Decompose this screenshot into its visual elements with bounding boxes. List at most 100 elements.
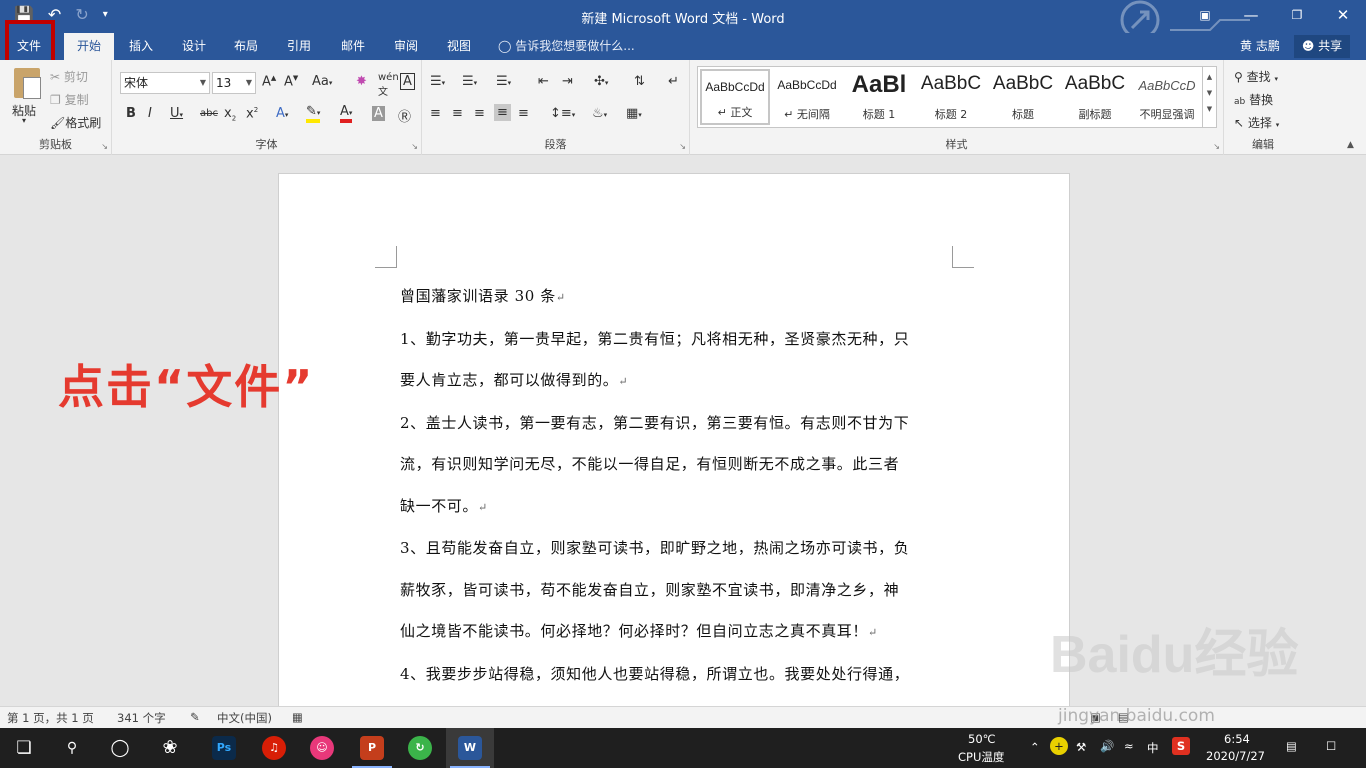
word-count[interactable]: 341 个字 <box>117 710 166 726</box>
document-body[interactable]: 曾国藩家训语录 30 条↵ 1、勤字功夫，第一贵早起，第二贵有恒；凡将相无种，圣贤… <box>400 276 952 706</box>
font-name-combo[interactable]: 宋体 ▼ <box>120 72 210 94</box>
font-launcher-icon[interactable]: ↘ <box>411 142 418 151</box>
highlight-color-icon[interactable]: ✎▾ <box>306 104 321 123</box>
subscript-icon[interactable]: x2 <box>224 106 236 123</box>
collapse-ribbon-icon[interactable]: ▲ <box>1347 140 1354 150</box>
justify-icon[interactable]: ≡ <box>494 104 511 121</box>
windows-start-icon[interactable]: ❏ <box>12 736 36 760</box>
styles-launcher-icon[interactable]: ↘ <box>1213 142 1220 151</box>
notifications-icon[interactable]: ☐ <box>1326 739 1336 753</box>
styles-scroll[interactable]: ▲ ▼ ▼ <box>1202 67 1216 127</box>
clock-date[interactable]: 2020/7/27 <box>1206 749 1265 763</box>
tab-insert[interactable]: 插入 <box>118 33 164 60</box>
borders-icon[interactable]: ▦▾ <box>626 106 642 121</box>
grow-font-icon[interactable]: A▲ <box>262 74 276 89</box>
format-painter-button[interactable]: 🖌格式刷 <box>50 114 101 131</box>
style-subtitle[interactable]: AaBbC 副标题 <box>1060 69 1130 125</box>
macro-icon[interactable]: ▦ <box>292 710 303 724</box>
style-heading-2[interactable]: AaBbC 标题 2 <box>916 69 986 125</box>
proofing-icon[interactable]: ✎ <box>190 710 200 724</box>
align-left-icon[interactable]: ≡ <box>430 106 441 121</box>
tell-me-box[interactable]: ◯ 告诉我您想要做什么... <box>498 33 635 60</box>
superscript-icon[interactable]: x2 <box>246 106 258 121</box>
replace-button[interactable]: ab 替换 <box>1234 91 1273 108</box>
document-page[interactable]: 曾国藩家训语录 30 条↵ 1、勤字功夫，第一贵早起，第二贵有恒；凡将相无种，圣贤… <box>278 173 1070 706</box>
line-spacing-icon[interactable]: ↕≡▾ <box>550 106 575 121</box>
tab-home[interactable]: 开始 <box>64 33 114 60</box>
tab-layout[interactable]: 布局 <box>223 33 269 60</box>
strikethrough-icon[interactable]: abc <box>200 108 218 119</box>
user-name[interactable]: 黄 志鹏 <box>1240 33 1280 60</box>
chevron-up-icon[interactable]: ⌃ <box>1030 740 1040 754</box>
align-right-icon[interactable]: ≡ <box>474 106 485 121</box>
style-heading-1[interactable]: AaBl 标题 1 <box>844 69 914 125</box>
cpu-temp[interactable]: 50℃ <box>968 732 996 746</box>
increase-indent-icon[interactable]: ⇥ <box>562 74 573 89</box>
language-status[interactable]: 中文(中国) <box>217 710 272 726</box>
chinese-layout-icon[interactable]: ✣▾ <box>594 74 608 89</box>
distributed-icon[interactable]: ≡ <box>518 106 529 121</box>
page-count[interactable]: 第 1 页，共 1 页 <box>7 710 94 726</box>
chevron-up-icon[interactable]: ▲ <box>1203 73 1216 81</box>
select-button[interactable]: ↖ 选择 ▾ <box>1234 114 1279 131</box>
bold-icon[interactable]: B <box>126 106 136 121</box>
bullets-icon[interactable]: ☰▾ <box>430 74 445 89</box>
tab-review[interactable]: 审阅 <box>383 33 429 60</box>
taskbar-app-word[interactable]: W <box>446 728 494 768</box>
text-effects-icon[interactable]: A▾ <box>276 106 288 121</box>
task-view-icon[interactable]: ◯ <box>108 736 132 760</box>
style-normal[interactable]: AaBbCcDd ↵ 正文 <box>700 69 770 125</box>
volume-icon[interactable]: 🔊 <box>1100 739 1114 753</box>
taskbar-app-meitu[interactable]: ☺ <box>298 728 346 768</box>
character-shading-icon[interactable]: A <box>372 106 385 121</box>
taskbar-app-pinwheel[interactable]: ❀ <box>146 728 194 768</box>
minimize-button[interactable]: — <box>1228 0 1274 33</box>
align-center-icon[interactable]: ≡ <box>452 106 463 121</box>
tab-design[interactable]: 设计 <box>171 33 217 60</box>
sort-icon[interactable]: ⇅ <box>634 74 645 89</box>
notes-icon[interactable]: ▤ <box>1286 739 1297 753</box>
tab-mailings[interactable]: 邮件 <box>330 33 376 60</box>
paste-dropdown-icon[interactable]: ▾ <box>22 116 26 125</box>
restore-button[interactable]: ❐ <box>1274 0 1320 33</box>
tab-view[interactable]: 视图 <box>436 33 482 60</box>
clock-time[interactable]: 6:54 <box>1224 732 1250 746</box>
close-button[interactable]: ✕ <box>1320 0 1366 33</box>
paragraph-launcher-icon[interactable]: ↘ <box>679 142 686 151</box>
tray-app-icon[interactable]: + <box>1050 737 1068 755</box>
style-no-spacing[interactable]: AaBbCcDd ↵ 无间隔 <box>772 69 842 125</box>
character-border-icon[interactable]: A <box>400 73 415 90</box>
shading-icon[interactable]: ♨▾ <box>592 106 607 121</box>
taskbar-app-photoshop[interactable]: Ps <box>200 728 248 768</box>
find-button[interactable]: ⚲ 查找 ▾ <box>1234 68 1278 85</box>
change-case-icon[interactable]: Aa▾ <box>312 74 332 89</box>
style-title[interactable]: AaBbC 标题 <box>988 69 1058 125</box>
shrink-font-icon[interactable]: A▼ <box>284 74 298 89</box>
decrease-indent-icon[interactable]: ⇤ <box>538 74 549 89</box>
clear-formatting-icon[interactable]: ✸ <box>356 74 367 89</box>
cut-button[interactable]: ✂ 剪切 <box>50 68 88 85</box>
italic-icon[interactable]: I <box>148 106 152 121</box>
show-marks-icon[interactable]: ↵ <box>668 74 679 89</box>
font-size-combo[interactable]: 13 ▼ <box>212 72 256 94</box>
taskbar-app-powerpoint[interactable]: P <box>348 728 396 768</box>
tab-references[interactable]: 引用 <box>276 33 322 60</box>
more-styles-icon[interactable]: ▼ <box>1203 105 1216 113</box>
chevron-down-icon[interactable]: ▼ <box>1203 89 1216 97</box>
enclose-characters-icon[interactable]: Ⓡ <box>398 106 411 125</box>
search-icon[interactable]: ⚲ <box>60 736 84 760</box>
ime-indicator[interactable]: 中 <box>1147 740 1159 756</box>
multilevel-list-icon[interactable]: ☰▾ <box>496 74 511 89</box>
underline-icon[interactable]: U▾ <box>170 106 183 121</box>
style-subtle-emphasis[interactable]: AaBbCcD 不明显强调 <box>1132 69 1202 125</box>
tray-tool-icon[interactable]: ⚒ <box>1076 740 1086 754</box>
phonetic-guide-icon[interactable]: wén 文 <box>378 72 399 98</box>
copy-button[interactable]: ❐ 复制 <box>50 91 89 108</box>
ribbon-display-icon[interactable]: ▣ <box>1182 0 1228 33</box>
numbering-icon[interactable]: ☰▾ <box>462 74 477 89</box>
taskbar-app-netease-music[interactable]: ♫ <box>250 728 298 768</box>
clipboard-launcher-icon[interactable]: ↘ <box>101 142 108 151</box>
share-button[interactable]: ☻ 共享 <box>1294 35 1350 58</box>
paste-icon[interactable] <box>14 68 41 99</box>
font-color-icon[interactable]: A▾ <box>340 104 353 123</box>
